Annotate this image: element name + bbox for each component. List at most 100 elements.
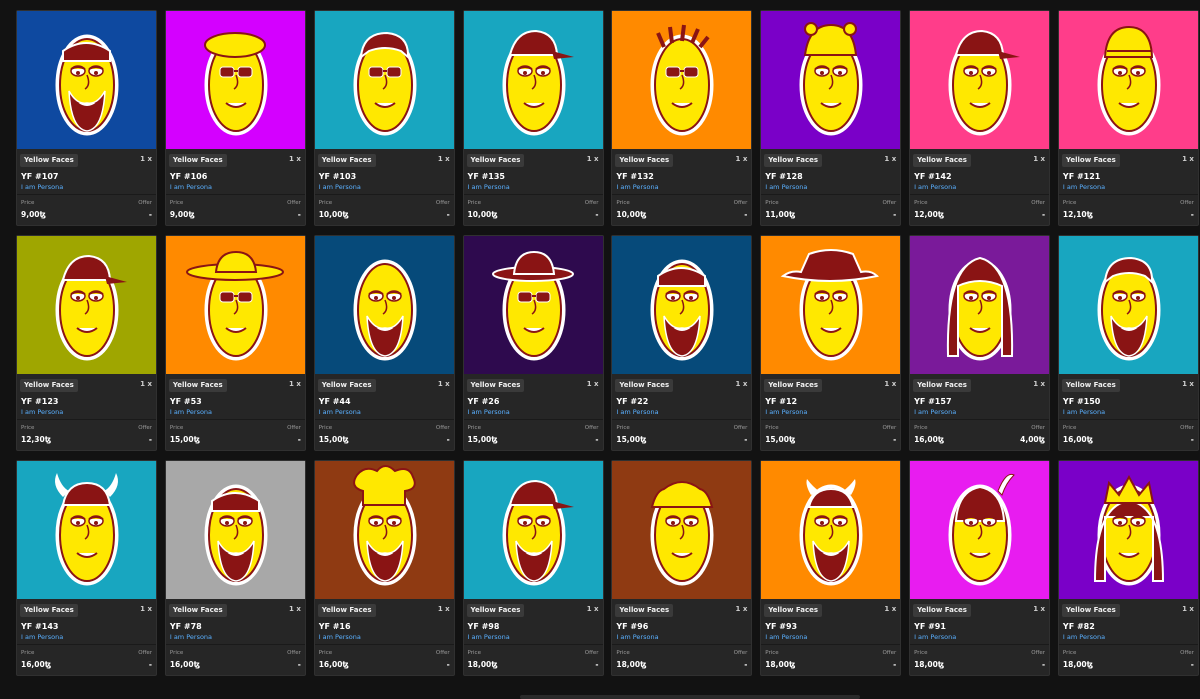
nft-title[interactable]: YF #26	[468, 397, 500, 406]
creator-link[interactable]: I am Persona	[616, 408, 658, 416]
creator-link[interactable]: I am Persona	[1063, 633, 1105, 641]
nft-artwork[interactable]	[463, 236, 603, 374]
creator-link[interactable]: I am Persona	[1063, 408, 1105, 416]
collection-badge[interactable]: Yellow Faces	[1061, 604, 1120, 617]
nft-title[interactable]: YF #82	[1063, 622, 1095, 631]
creator-link[interactable]: I am Persona	[21, 408, 63, 416]
nft-artwork[interactable]	[314, 11, 454, 149]
collection-badge[interactable]: Yellow Faces	[466, 379, 525, 392]
creator-link[interactable]: I am Persona	[616, 183, 658, 191]
collection-badge[interactable]: Yellow Faces	[764, 604, 823, 617]
collection-badge[interactable]: Yellow Faces	[764, 154, 823, 167]
creator-link[interactable]: I am Persona	[765, 408, 807, 416]
collection-badge[interactable]: Yellow Faces	[20, 604, 78, 617]
nft-artwork[interactable]	[910, 236, 1050, 374]
creator-link[interactable]: I am Persona	[21, 633, 63, 641]
nft-artwork[interactable]	[761, 461, 901, 599]
nft-title[interactable]: YF #135	[468, 172, 505, 181]
nft-artwork[interactable]	[463, 461, 603, 599]
nft-title[interactable]: YF #150	[1063, 397, 1100, 406]
nft-artwork[interactable]	[761, 11, 901, 149]
nft-title[interactable]: YF #107	[21, 172, 58, 181]
nft-card[interactable]: Yellow Faces 1 x YF #93 I am Persona Pri…	[760, 460, 902, 676]
collection-badge[interactable]: Yellow Faces	[20, 154, 78, 167]
nft-title[interactable]: YF #16	[319, 622, 351, 631]
nft-artwork[interactable]	[17, 461, 156, 599]
collection-badge[interactable]: Yellow Faces	[1061, 379, 1120, 392]
nft-title[interactable]: YF #22	[616, 397, 648, 406]
nft-card[interactable]: Yellow Faces 1 x YF #143 I am Persona Pr…	[16, 460, 157, 676]
nft-card[interactable]: Yellow Faces 1 x YF #106 I am Persona Pr…	[164, 10, 306, 226]
creator-link[interactable]: I am Persona	[319, 408, 361, 416]
nft-title[interactable]: YF #93	[765, 622, 797, 631]
creator-link[interactable]: I am Persona	[1063, 183, 1105, 191]
nft-artwork[interactable]	[17, 236, 156, 374]
nft-artwork[interactable]	[463, 11, 603, 149]
collection-badge[interactable]: Yellow Faces	[168, 379, 227, 392]
nft-artwork[interactable]	[165, 461, 305, 599]
creator-link[interactable]: I am Persona	[914, 183, 956, 191]
creator-link[interactable]: I am Persona	[765, 633, 807, 641]
nft-artwork[interactable]	[761, 236, 901, 374]
collection-badge[interactable]: Yellow Faces	[764, 379, 823, 392]
collection-badge[interactable]: Yellow Faces	[615, 379, 674, 392]
nft-title[interactable]: YF #143	[21, 622, 58, 631]
nft-card[interactable]: Yellow Faces 1 x YF #44 I am Persona Pri…	[313, 235, 455, 451]
nft-artwork[interactable]	[17, 11, 156, 149]
nft-title[interactable]: YF #53	[170, 397, 202, 406]
creator-link[interactable]: I am Persona	[170, 183, 212, 191]
collection-badge[interactable]: Yellow Faces	[913, 604, 971, 617]
collection-badge[interactable]: Yellow Faces	[20, 379, 78, 392]
nft-card[interactable]: Yellow Faces 1 x YF #53 I am Persona Pri…	[164, 235, 306, 451]
nft-artwork[interactable]	[165, 11, 305, 149]
nft-card[interactable]: Yellow Faces 1 x YF #26 I am Persona Pri…	[462, 235, 604, 451]
nft-card[interactable]: Yellow Faces 1 x YF #150 I am Persona Pr…	[1057, 235, 1199, 451]
nft-title[interactable]: YF #44	[319, 397, 351, 406]
nft-artwork[interactable]	[910, 461, 1050, 599]
nft-artwork[interactable]	[314, 461, 454, 599]
collection-badge[interactable]: Yellow Faces	[317, 154, 376, 167]
creator-link[interactable]: I am Persona	[319, 183, 361, 191]
nft-card[interactable]: Yellow Faces 1 x YF #123 I am Persona Pr…	[16, 235, 157, 451]
nft-card[interactable]: Yellow Faces 1 x YF #107 I am Persona Pr…	[16, 10, 157, 226]
horizontal-scrollbar[interactable]	[520, 695, 860, 699]
nft-card[interactable]: Yellow Faces 1 x YF #142 I am Persona Pr…	[909, 10, 1051, 226]
nft-card[interactable]: Yellow Faces 1 x YF #12 I am Persona Pri…	[760, 235, 902, 451]
nft-title[interactable]: YF #106	[170, 172, 207, 181]
nft-card[interactable]: Yellow Faces 1 x YF #82 I am Persona Pri…	[1057, 460, 1199, 676]
nft-title[interactable]: YF #96	[616, 622, 648, 631]
collection-badge[interactable]: Yellow Faces	[913, 379, 971, 392]
collection-badge[interactable]: Yellow Faces	[168, 604, 227, 617]
nft-artwork[interactable]	[612, 461, 752, 599]
nft-title[interactable]: YF #128	[765, 172, 802, 181]
creator-link[interactable]: I am Persona	[914, 633, 956, 641]
nft-card[interactable]: Yellow Faces 1 x YF #96 I am Persona Pri…	[611, 460, 753, 676]
nft-artwork[interactable]	[314, 236, 454, 374]
nft-title[interactable]: YF #132	[616, 172, 653, 181]
nft-title[interactable]: YF #157	[914, 397, 951, 406]
nft-artwork[interactable]	[612, 11, 752, 149]
nft-card[interactable]: Yellow Faces 1 x YF #16 I am Persona Pri…	[313, 460, 455, 676]
nft-artwork[interactable]	[612, 236, 752, 374]
creator-link[interactable]: I am Persona	[170, 633, 212, 641]
nft-card[interactable]: Yellow Faces 1 x YF #121 I am Persona Pr…	[1057, 10, 1199, 226]
nft-title[interactable]: YF #98	[468, 622, 500, 631]
creator-link[interactable]: I am Persona	[914, 408, 956, 416]
nft-title[interactable]: YF #123	[21, 397, 58, 406]
collection-badge[interactable]: Yellow Faces	[615, 154, 674, 167]
nft-card[interactable]: Yellow Faces 1 x YF #78 I am Persona Pri…	[164, 460, 306, 676]
collection-badge[interactable]: Yellow Faces	[1061, 154, 1120, 167]
nft-card[interactable]: Yellow Faces 1 x YF #98 I am Persona Pri…	[462, 460, 604, 676]
nft-artwork[interactable]	[165, 236, 305, 374]
nft-card[interactable]: Yellow Faces 1 x YF #157 I am Persona Pr…	[909, 235, 1051, 451]
nft-title[interactable]: YF #121	[1063, 172, 1100, 181]
nft-card[interactable]: Yellow Faces 1 x YF #91 I am Persona Pri…	[909, 460, 1051, 676]
nft-artwork[interactable]	[1058, 236, 1198, 374]
nft-card[interactable]: Yellow Faces 1 x YF #132 I am Persona Pr…	[611, 10, 753, 226]
collection-badge[interactable]: Yellow Faces	[466, 154, 525, 167]
nft-artwork[interactable]	[1058, 461, 1198, 599]
collection-badge[interactable]: Yellow Faces	[168, 154, 227, 167]
creator-link[interactable]: I am Persona	[468, 408, 510, 416]
creator-link[interactable]: I am Persona	[616, 633, 658, 641]
nft-title[interactable]: YF #142	[914, 172, 951, 181]
